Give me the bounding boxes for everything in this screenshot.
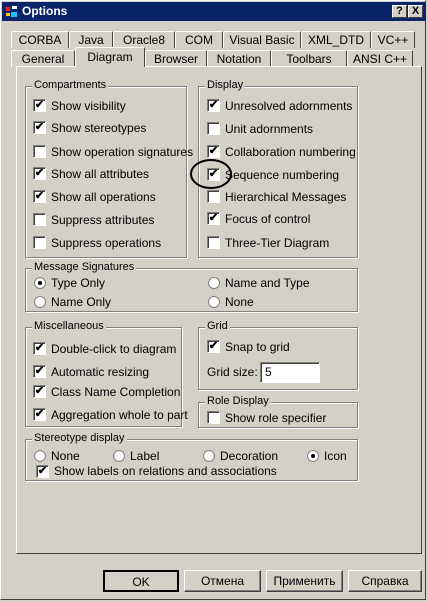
show-all-attributes-checkbox[interactable]: ✔ xyxy=(33,167,46,180)
stereotype-decoration-radio[interactable] xyxy=(203,450,215,462)
snap-to-grid-checkbox[interactable]: ✔ xyxy=(207,340,220,353)
grid-legend: Grid xyxy=(205,320,230,332)
show-visibility-checkbox[interactable]: ✔ xyxy=(33,99,46,112)
window-title: Options xyxy=(22,4,68,18)
tab-general[interactable]: General xyxy=(11,50,75,67)
hierarchical-messages-label: Hierarchical Messages xyxy=(225,190,347,204)
tab-com[interactable]: COM xyxy=(175,31,223,48)
double-click-to-diagram-label: Double-click to diagram xyxy=(51,342,177,356)
name-and-type-label: Name and Type xyxy=(225,276,310,290)
suppress-attributes-label: Suppress attributes xyxy=(51,213,155,227)
role-display-legend: Role Display xyxy=(205,395,271,407)
tab-diagram[interactable]: Diagram xyxy=(75,47,145,67)
show-operation-signatures-checkbox[interactable] xyxy=(33,145,46,158)
stereotype-label-radio[interactable] xyxy=(113,450,125,462)
show-visibility-label: Show visibility xyxy=(51,99,126,113)
focus-of-control-checkbox[interactable]: ✔ xyxy=(207,212,220,225)
grid-size-label: Grid size: xyxy=(207,365,258,379)
hierarchical-messages-checkbox[interactable] xyxy=(207,190,220,203)
automatic-resizing-label: Automatic resizing xyxy=(51,365,150,379)
class-name-completion-label: Class Name Completion xyxy=(51,385,181,399)
radio-selected-dot xyxy=(311,454,315,458)
message-signatures-legend: Message Signatures xyxy=(32,261,137,273)
miscellaneous-legend: Miscellaneous xyxy=(32,320,106,332)
stereotype-display-legend: Stereotype display xyxy=(32,432,127,444)
tab-toolbars[interactable]: Toolbars xyxy=(271,50,347,67)
focus-of-control-label: Focus of control xyxy=(225,212,311,226)
none-label: None xyxy=(225,295,254,309)
show-role-specifier-checkbox[interactable] xyxy=(207,411,220,424)
tab-notation[interactable]: Notation xyxy=(207,50,271,67)
ok-button[interactable]: OK xyxy=(103,570,179,592)
grid-size-input[interactable]: 5 xyxy=(260,362,320,383)
show-labels-label: Show labels on relations and association… xyxy=(54,464,277,478)
stereotype-none-label: None xyxy=(51,449,80,463)
display-legend: Display xyxy=(205,79,246,91)
show-operation-signatures-label: Show operation signatures xyxy=(51,145,194,159)
unit-adornments-checkbox[interactable] xyxy=(207,122,220,135)
tab-vcpp[interactable]: VC++ xyxy=(371,31,415,48)
close-button[interactable]: X xyxy=(408,5,423,18)
three-tier-diagram-label: Three-Tier Diagram xyxy=(225,236,330,250)
sequence-numbering-label: Sequence numbering xyxy=(225,168,340,182)
radio-selected-dot xyxy=(38,281,42,285)
automatic-resizing-checkbox[interactable]: ✔ xyxy=(33,365,46,378)
show-all-attributes-label: Show all attributes xyxy=(51,167,150,181)
show-role-specifier-label: Show role specifier xyxy=(225,411,327,425)
stereotype-icon-radio[interactable] xyxy=(307,450,319,462)
class-name-completion-checkbox[interactable]: ✔ xyxy=(33,385,46,398)
tab-java[interactable]: Java xyxy=(69,31,113,48)
tab-ansi-cpp[interactable]: ANSI C++ xyxy=(347,50,413,67)
show-all-operations-checkbox[interactable]: ✔ xyxy=(33,190,46,203)
show-stereotypes-checkbox[interactable]: ✔ xyxy=(33,121,46,134)
three-tier-diagram-checkbox[interactable] xyxy=(207,236,220,249)
none-radio[interactable] xyxy=(208,296,220,308)
name-only-radio[interactable] xyxy=(34,296,46,308)
unresolved-adornments-label: Unresolved adornments xyxy=(225,99,353,113)
snap-to-grid-label: Snap to grid xyxy=(225,340,290,354)
tab-xml-dtd[interactable]: XML_DTD xyxy=(301,31,371,48)
stereotype-none-radio[interactable] xyxy=(34,450,46,462)
help-button[interactable]: Справка xyxy=(348,570,422,592)
annotation-circle xyxy=(190,159,232,189)
name-only-label: Name Only xyxy=(51,295,112,309)
stereotype-label-label: Label xyxy=(130,449,160,463)
tab-browser[interactable]: Browser xyxy=(145,50,207,67)
title-bar[interactable]: Options ? X xyxy=(2,2,426,21)
unresolved-adornments-checkbox[interactable]: ✔ xyxy=(207,99,220,112)
tab-oracle8[interactable]: Oracle8 xyxy=(113,31,175,48)
unit-adornments-label: Unit adornments xyxy=(225,122,314,136)
type-only-label: Type Only xyxy=(51,276,106,290)
compartments-legend: Compartments xyxy=(32,79,109,91)
suppress-attributes-checkbox[interactable] xyxy=(33,213,46,226)
cancel-button[interactable]: Отмена xyxy=(184,570,261,592)
aggregation-whole-to-part-label: Aggregation whole to part xyxy=(51,408,188,422)
collaboration-numbering-label: Collaboration numbering xyxy=(225,145,356,159)
stereotype-decoration-label: Decoration xyxy=(220,449,279,463)
suppress-operations-label: Suppress operations xyxy=(51,236,162,250)
stereotype-icon-label: Icon xyxy=(324,449,347,463)
apply-button[interactable]: Применить xyxy=(266,570,343,592)
suppress-operations-checkbox[interactable] xyxy=(33,236,46,249)
name-and-type-radio[interactable] xyxy=(208,277,220,289)
show-all-operations-label: Show all operations xyxy=(51,190,156,204)
type-only-radio[interactable] xyxy=(34,277,46,289)
show-stereotypes-label: Show stereotypes xyxy=(51,121,147,135)
app-icon xyxy=(5,5,18,18)
show-labels-checkbox[interactable]: ✔ xyxy=(36,465,49,478)
tab-corba[interactable]: CORBA xyxy=(11,31,69,48)
aggregation-whole-to-part-checkbox[interactable]: ✔ xyxy=(33,408,46,421)
double-click-to-diagram-checkbox[interactable]: ✔ xyxy=(33,342,46,355)
help-title-button[interactable]: ? xyxy=(392,5,407,18)
tab-visual-basic[interactable]: Visual Basic xyxy=(223,31,301,48)
